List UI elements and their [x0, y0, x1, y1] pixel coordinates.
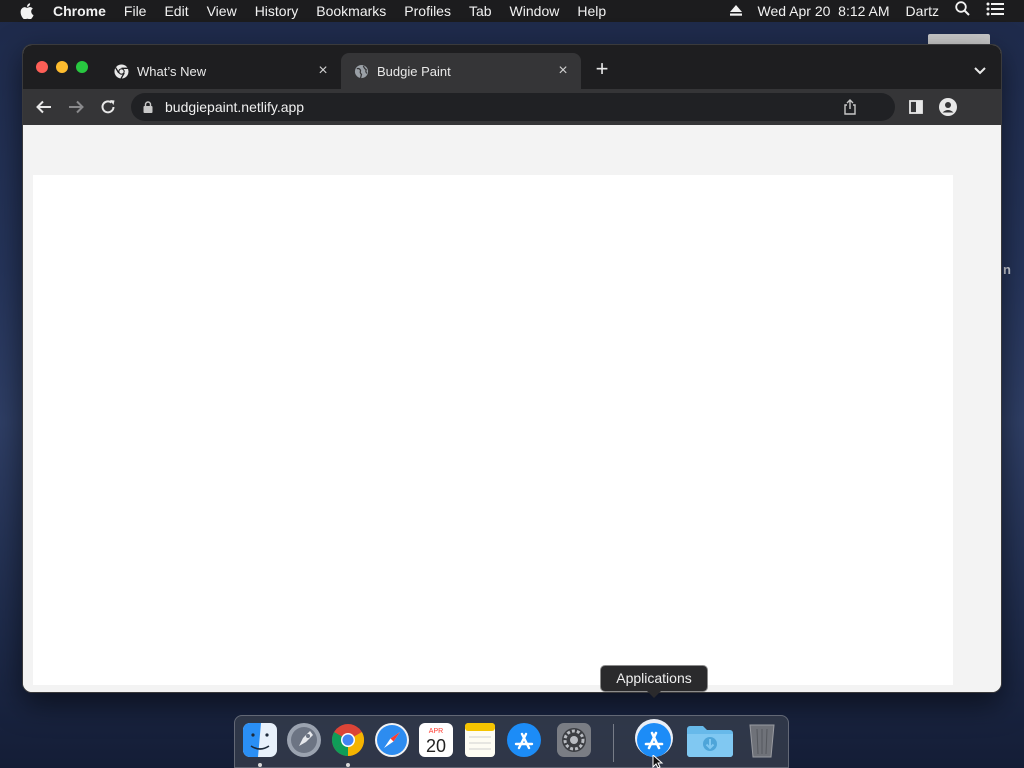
notes-icon[interactable] [461, 721, 499, 759]
address-bar[interactable]: budgiepaint.netlify.app [131, 93, 895, 121]
desktop-partial-label: n [1003, 262, 1011, 277]
applications-folder-icon[interactable] [633, 717, 675, 759]
lock-icon[interactable] [143, 100, 155, 114]
page-content [23, 125, 1001, 692]
menu-history[interactable]: History [246, 0, 308, 22]
globe-favicon-icon [353, 63, 369, 79]
downloads-folder-icon[interactable] [685, 721, 735, 759]
window-minimize-button[interactable] [56, 61, 68, 73]
chrome-favicon-icon [113, 63, 129, 79]
dock: APR 20 [234, 715, 789, 768]
tab-close-icon[interactable]: × [315, 63, 331, 79]
menu-file[interactable]: File [115, 0, 156, 22]
dock-tooltip: Applications [600, 665, 708, 698]
calendar-icon[interactable]: APR 20 [417, 721, 455, 759]
menu-tab[interactable]: Tab [460, 0, 501, 22]
system-preferences-icon[interactable] [555, 721, 593, 759]
menu-view[interactable]: View [198, 0, 246, 22]
finder-icon[interactable] [241, 721, 279, 759]
paint-canvas[interactable] [33, 175, 953, 685]
dock-separator [613, 724, 614, 762]
tab-title: What’s New [137, 63, 207, 79]
mouse-cursor-icon [652, 753, 664, 768]
side-panel-icon[interactable] [907, 98, 925, 116]
apple-menu-icon[interactable] [20, 0, 36, 22]
calendar-day-text: 20 [426, 736, 446, 756]
menu-bookmarks[interactable]: Bookmarks [307, 0, 395, 22]
eject-icon[interactable] [722, 0, 750, 22]
menu-app-name[interactable]: Chrome [44, 0, 115, 22]
chrome-icon[interactable] [329, 721, 367, 759]
menu-bar: Chrome File Edit View History Bookmarks … [0, 0, 1024, 22]
menu-clock[interactable]: Wed Apr 20 8:12 AM [750, 0, 898, 22]
menu-help[interactable]: Help [568, 0, 615, 22]
url-text: budgiepaint.netlify.app [165, 99, 305, 115]
menu-edit[interactable]: Edit [155, 0, 197, 22]
tab-whats-new[interactable]: What’s New × [101, 53, 341, 89]
tab-search-chevron-icon[interactable] [973, 63, 987, 75]
chrome-window: What’s New × Budgie Paint × + budgiepain… [22, 44, 1002, 693]
menu-user[interactable]: Dartz [898, 0, 947, 22]
window-close-button[interactable] [36, 61, 48, 73]
control-center-icon[interactable] [978, 0, 1012, 22]
launchpad-icon[interactable] [285, 721, 323, 759]
app-store-icon[interactable] [505, 721, 543, 759]
running-indicator [346, 763, 350, 767]
reload-icon[interactable] [99, 98, 117, 116]
trash-icon[interactable] [743, 721, 781, 759]
browser-toolbar: budgiepaint.netlify.app [23, 89, 1001, 125]
tab-strip: What’s New × Budgie Paint × + [23, 45, 1001, 89]
share-icon[interactable] [843, 99, 859, 115]
tab-budgie-paint[interactable]: Budgie Paint × [341, 53, 581, 89]
tab-close-icon[interactable]: × [555, 63, 571, 79]
spotlight-search-icon[interactable] [947, 0, 978, 22]
tab-title: Budgie Paint [377, 63, 451, 79]
profile-avatar-icon[interactable] [939, 98, 957, 116]
forward-arrow-icon[interactable] [67, 98, 85, 116]
new-tab-plus-icon[interactable]: + [593, 58, 611, 80]
menu-profiles[interactable]: Profiles [395, 0, 460, 22]
back-arrow-icon[interactable] [35, 98, 53, 116]
calendar-month-text: APR [429, 728, 443, 735]
window-maximize-button[interactable] [76, 61, 88, 73]
safari-icon[interactable] [373, 721, 411, 759]
running-indicator [258, 763, 262, 767]
menu-window[interactable]: Window [501, 0, 569, 22]
